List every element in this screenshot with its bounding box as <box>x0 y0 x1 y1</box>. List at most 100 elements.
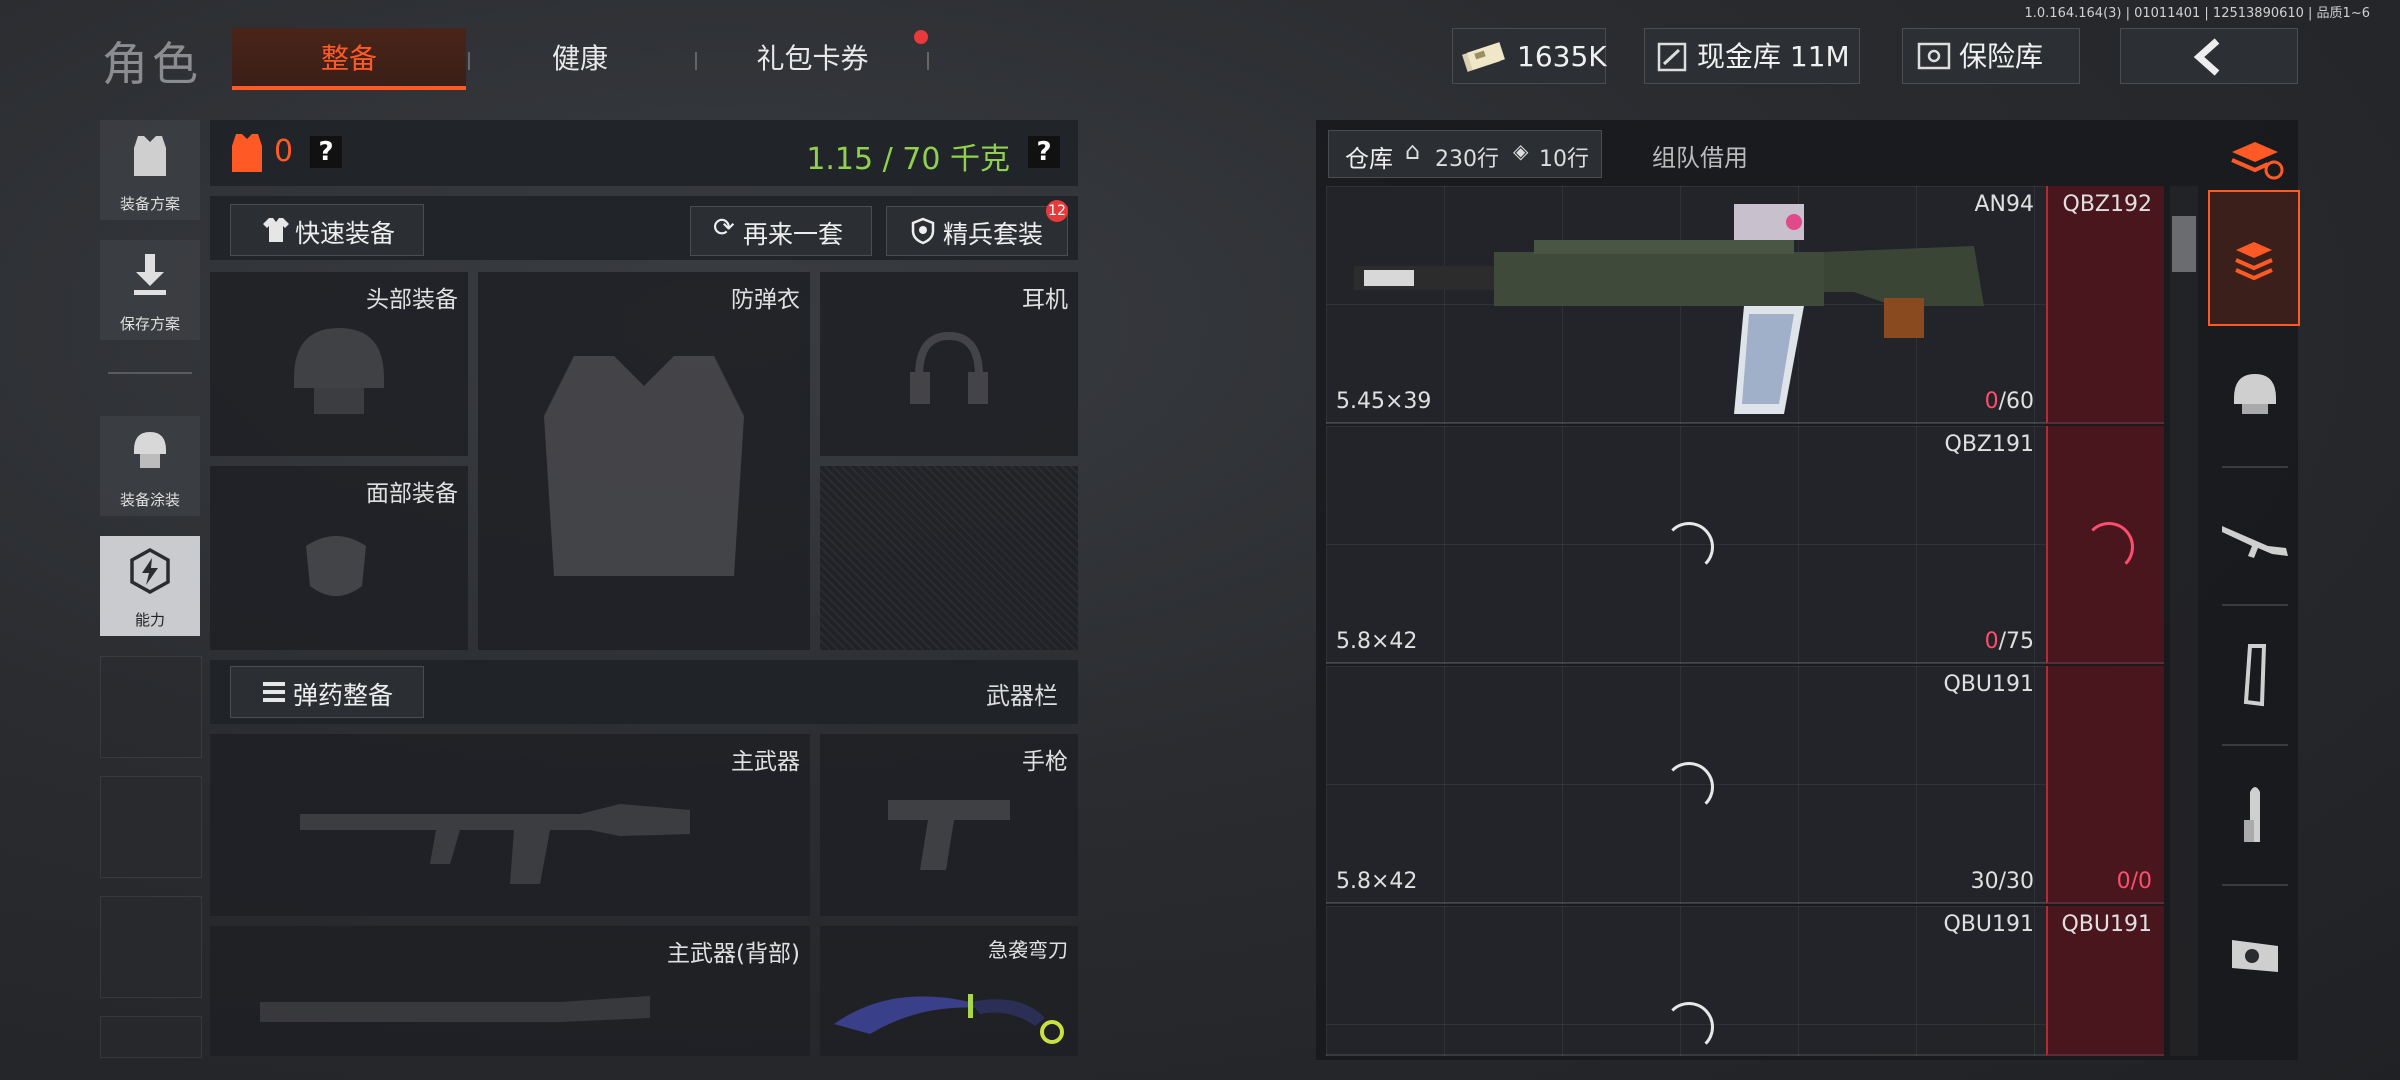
slot-primary-back-label: 主武器(背部) <box>667 941 800 967</box>
weapon-name: QBZ191 <box>1944 432 2034 457</box>
stash-item-qbu191[interactable]: QBU191 5.8×42 30/30 <box>1326 666 2046 904</box>
slot-primary-weapon[interactable]: 主武器 <box>210 734 810 916</box>
again-set-label: 再来一套 <box>743 220 844 249</box>
slot-headset[interactable]: 耳机 <box>820 272 1078 456</box>
vest-silhouette-icon <box>544 356 744 576</box>
slot-head-label: 头部装备 <box>366 287 458 313</box>
slot-vest-label: 防弹衣 <box>731 287 800 313</box>
elite-set-button[interactable]: 精兵套装 <box>886 206 1068 256</box>
stash-side-slot[interactable]: 0/0 <box>2046 666 2164 904</box>
slot-pistol-label: 手枪 <box>1022 749 1068 775</box>
divider <box>2222 744 2288 746</box>
stash-tab-team[interactable]: 组队借用 <box>1604 130 1794 176</box>
slot-primary-back[interactable]: 主武器(背部) <box>210 926 810 1056</box>
loading-spinner-icon <box>2084 522 2134 572</box>
cash-display[interactable]: 1635K <box>1452 28 1607 84</box>
safe-button[interactable]: 保险库 <box>1902 28 2080 84</box>
divider <box>108 372 192 374</box>
equipment-header: 0 ? 1.15 / 70 千克 ? <box>210 120 1078 186</box>
ammo-prep-button[interactable]: 弹药整备 <box>230 666 424 718</box>
notification-dot <box>914 30 928 44</box>
stash-item-qbu191-b[interactable]: QBU191 <box>1326 906 2046 1056</box>
tab-gear[interactable]: 整备 <box>232 28 466 90</box>
stash-rows-b: 10行 <box>1539 147 1589 172</box>
equipment-paint-button[interactable]: 装备涂装 <box>100 416 200 516</box>
back-arrow-icon <box>2193 38 2220 76</box>
weapon-name: QBU191 <box>1943 672 2034 697</box>
filter-all-button[interactable] <box>2208 190 2300 326</box>
stash-rows-a: 230行 <box>1435 147 1499 172</box>
stash-tab-team-label: 组队借用 <box>1652 144 1748 172</box>
equipment-paint-label: 装备涂装 <box>119 491 180 509</box>
divider <box>2222 884 2288 886</box>
weight-help-button[interactable]: ? <box>1028 136 1060 168</box>
safe-icon <box>1917 42 1951 70</box>
slot-head[interactable]: 头部装备 <box>210 272 468 456</box>
face-mask-silhouette-icon <box>306 536 366 596</box>
stash-side-qbz192[interactable]: QBZ192 <box>2046 186 2164 424</box>
ability-label: 能力 <box>134 611 165 629</box>
shirt-icon <box>263 218 289 242</box>
cash-icon <box>1462 42 1505 72</box>
cash-amount: 1635K <box>1517 40 1607 73</box>
filter-helmet-button[interactable] <box>2212 350 2298 436</box>
save-plan-button[interactable]: 保存方案 <box>100 240 200 340</box>
stash-item-an94[interactable]: AN94 5.45×39 0/60 <box>1326 186 2046 424</box>
elite-set-label: 精兵套装 <box>943 220 1044 249</box>
weapon-caliber: 5.8×42 <box>1336 869 1418 894</box>
cash-vault-button[interactable]: 现金库 11M <box>1644 28 1860 84</box>
filter-attachment-button[interactable] <box>2212 910 2298 996</box>
helmet-silhouette-icon <box>294 328 384 414</box>
equipment-plan-button[interactable]: 装备方案 <box>100 120 200 220</box>
rifle-back-silhouette-icon <box>260 996 650 1022</box>
scrollbar-thumb[interactable] <box>2172 216 2196 272</box>
weapon-bar-label: 武器栏 <box>986 682 1058 710</box>
slot-face[interactable]: 面部装备 <box>210 466 468 650</box>
weapon-ammo: 0/75 <box>1984 629 2034 654</box>
back-button[interactable] <box>2120 28 2298 84</box>
quick-equip-button[interactable]: 快速装备 <box>230 204 424 256</box>
tab-separator <box>695 52 697 70</box>
stash-side-qbu191[interactable]: QBU191 <box>2046 906 2164 1056</box>
tab-separator <box>927 52 929 70</box>
tab-gift-cards[interactable]: 礼包卡券 <box>700 28 925 90</box>
again-set-button[interactable]: ⟳ 再来一套 <box>690 206 872 256</box>
tag-icon: ◈ <box>1513 139 1529 163</box>
home-icon: ⌂ <box>1405 137 1421 165</box>
cash-vault-label: 现金库 11M <box>1697 40 1850 73</box>
vest-icon <box>134 136 166 176</box>
help-button[interactable]: ? <box>310 136 342 168</box>
slot-vest[interactable]: 防弹衣 <box>478 272 810 650</box>
stash-tab-storage[interactable]: 仓库 ⌂ 230行 ◈ 10行 <box>1328 130 1602 178</box>
empty-slot <box>100 896 202 998</box>
helmet-paint-icon <box>134 432 166 468</box>
bullet-icon <box>2244 787 2260 842</box>
stash-scrollbar[interactable] <box>2170 186 2198 1056</box>
weapon-ammo: 0/0 <box>2116 869 2152 894</box>
ability-button[interactable]: 能力 <box>100 536 200 636</box>
an94-rifle-image <box>1354 204 1984 414</box>
armor-count: 0 <box>274 134 294 169</box>
elite-badge: 12 <box>1046 200 1068 222</box>
weapon-name: QBU191 <box>2061 912 2152 937</box>
filter-ammo-button[interactable] <box>2212 772 2298 858</box>
stash-side-slot[interactable] <box>2046 426 2164 664</box>
rifle-icon <box>2222 526 2288 558</box>
karambit-knife-icon <box>834 994 1064 1044</box>
vault-icon <box>1657 42 1687 72</box>
weight-readout: 1.15 / 70 千克 <box>806 142 1010 177</box>
slot-pistol[interactable]: 手枪 <box>820 734 1078 916</box>
ammo-prep-label: 弹药整备 <box>293 681 394 710</box>
tab-health[interactable]: 健康 <box>470 28 690 90</box>
rifle-silhouette-icon <box>300 804 690 884</box>
filter-magazine-button[interactable] <box>2212 632 2298 718</box>
refresh-icon: ⟳ <box>713 213 735 243</box>
stash-item-qbz191[interactable]: QBZ191 5.8×42 0/75 <box>1326 426 2046 664</box>
download-icon <box>134 254 166 295</box>
divider <box>2222 604 2288 606</box>
slot-knife[interactable]: 急袭弯刀 <box>820 926 1078 1056</box>
armor-icon <box>232 134 262 172</box>
safe-label: 保险库 <box>1959 40 2044 73</box>
pistol-silhouette-icon <box>888 800 1010 870</box>
filter-rifle-button[interactable] <box>2212 496 2298 582</box>
